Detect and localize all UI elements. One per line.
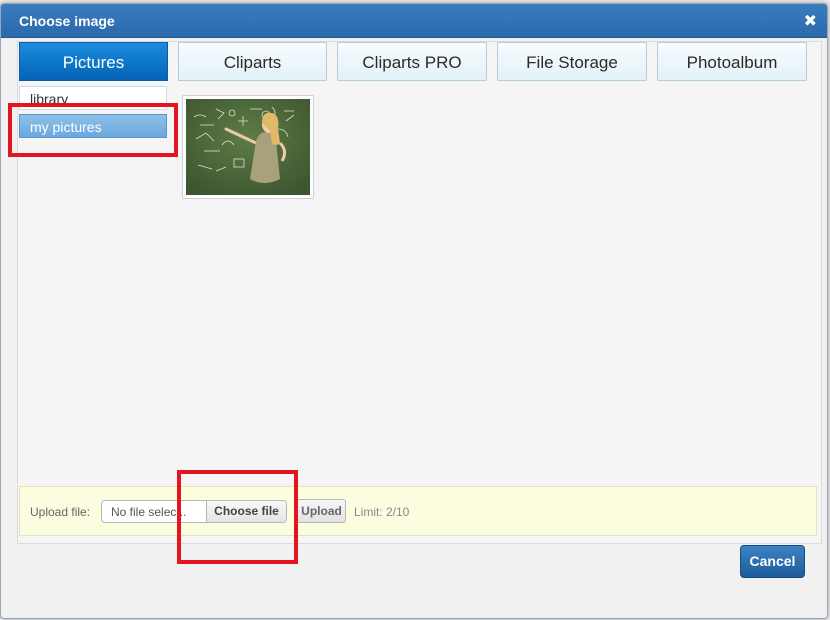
sidebar-item-my-pictures[interactable]: my pictures [19,114,167,138]
file-name-placeholder: No file selec... [111,505,187,519]
choose-file-button[interactable]: Choose file [206,501,286,522]
sidebar-item-library[interactable]: library [19,86,167,110]
upload-file-label: Upload file: [30,505,91,519]
tab-pictures[interactable]: Pictures [19,42,168,81]
upload-bar: Upload file: No file selec... Choose fil… [19,486,817,536]
tab-photoalbum[interactable]: Photoalbum [657,42,807,81]
close-icon[interactable]: ✖ [804,11,817,31]
girl-chalkboard-image [186,99,310,195]
cancel-button[interactable]: Cancel [740,545,805,578]
tab-file-storage[interactable]: File Storage [497,42,647,81]
upload-limit: Limit: 2/10 [354,505,410,519]
tab-cliparts-pro[interactable]: Cliparts PRO [337,42,487,81]
upload-button[interactable]: Upload [297,499,346,523]
dialog-title: Choose image [19,13,115,29]
tab-cliparts[interactable]: Cliparts [178,42,327,81]
gallery-image-thumbnail[interactable] [182,95,314,199]
dialog-titlebar: Choose image ✖ [1,4,827,38]
file-input[interactable]: No file selec... Choose file [101,500,287,523]
